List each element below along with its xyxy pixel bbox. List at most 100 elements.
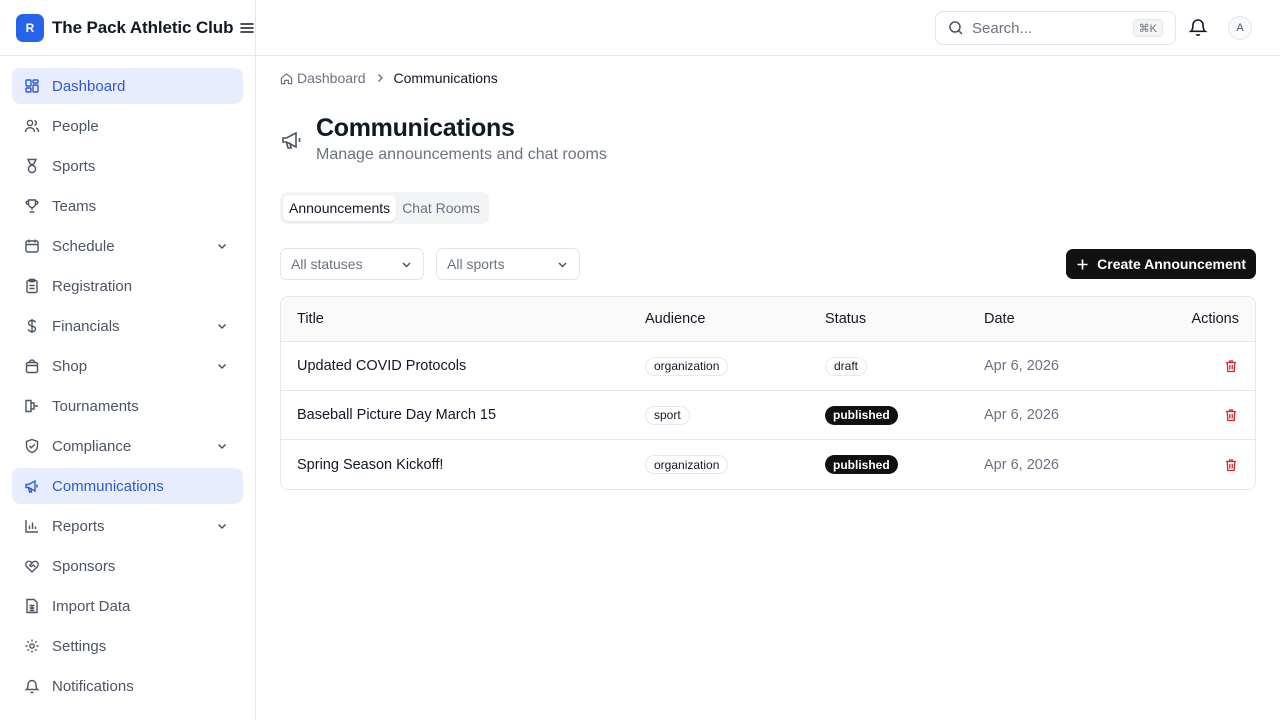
sidebar-item-label: Registration bbox=[52, 277, 133, 295]
dollar-icon bbox=[24, 318, 40, 334]
chevron-down-icon[interactable] bbox=[215, 439, 229, 453]
sidebar-nav: Dashboard People Sports Teams Schedule R… bbox=[12, 68, 243, 708]
delete-icon[interactable] bbox=[1223, 457, 1239, 473]
sidebar-item-tournaments[interactable]: Tournaments bbox=[12, 388, 243, 424]
sidebar-item-label: Reports bbox=[52, 517, 105, 535]
table-row[interactable]: Spring Season Kickoff! organization publ… bbox=[281, 440, 1255, 489]
status-badge: draft bbox=[825, 356, 868, 376]
chevron-down-icon[interactable] bbox=[215, 239, 229, 253]
status-filter-select[interactable]: All statuses bbox=[280, 248, 424, 280]
clipboard-icon bbox=[24, 278, 40, 294]
column-header-actions: Actions bbox=[1191, 311, 1239, 327]
sidebar-item-financials[interactable]: Financials bbox=[12, 308, 243, 344]
status-filter-value: All statuses bbox=[291, 256, 363, 272]
sidebar-item-communications[interactable]: Communications bbox=[12, 468, 243, 504]
sidebar-item-registration[interactable]: Registration bbox=[12, 268, 243, 304]
audience-badge: sport bbox=[645, 405, 690, 425]
plus-icon bbox=[1076, 258, 1097, 271]
breadcrumb-current: Communications bbox=[393, 70, 498, 86]
handshake-icon bbox=[24, 558, 40, 574]
page-header: Communications Manage announcements and … bbox=[280, 114, 607, 164]
chevron-down-icon bbox=[556, 258, 569, 271]
search-box[interactable]: ⌘K bbox=[935, 11, 1176, 45]
sidebar: R The Pack Athletic Club Dashboard Peopl… bbox=[0, 0, 256, 720]
audience-badge: organization bbox=[645, 356, 729, 376]
sidebar-item-label: Schedule bbox=[52, 237, 115, 255]
announcement-title: Baseball Picture Day March 15 bbox=[297, 407, 497, 423]
sidebar-item-teams[interactable]: Teams bbox=[12, 188, 243, 224]
column-header-audience: Audience bbox=[645, 311, 706, 327]
sidebar-item-settings[interactable]: Settings bbox=[12, 628, 243, 664]
sport-filter-select[interactable]: All sports bbox=[436, 248, 580, 280]
tab-chat-rooms[interactable]: Chat Rooms bbox=[396, 195, 486, 221]
notifications-bell-icon[interactable] bbox=[1188, 17, 1208, 37]
brand: R The Pack Athletic Club bbox=[16, 14, 255, 42]
hamburger-menu-icon[interactable] bbox=[240, 21, 255, 35]
user-avatar[interactable]: A bbox=[1228, 16, 1252, 40]
sidebar-item-label: Notifications bbox=[52, 677, 134, 695]
bell-icon bbox=[24, 678, 40, 694]
sidebar-item-label: Teams bbox=[52, 197, 97, 215]
medal-icon bbox=[24, 158, 40, 174]
sidebar-item-notifications[interactable]: Notifications bbox=[12, 668, 243, 704]
delete-icon[interactable] bbox=[1223, 407, 1239, 423]
breadcrumb: Dashboard Communications bbox=[280, 69, 498, 87]
sidebar-item-label: Settings bbox=[52, 637, 107, 655]
calendar-icon bbox=[24, 238, 40, 254]
sidebar-item-import-data[interactable]: Import Data bbox=[12, 588, 243, 624]
create-announcement-label: Create Announcement bbox=[1097, 256, 1246, 272]
announcements-table: Title Audience Status Date Actions Updat… bbox=[280, 296, 1256, 490]
column-header-status: Status bbox=[825, 311, 867, 327]
users-icon bbox=[24, 118, 40, 134]
sidebar-item-compliance[interactable]: Compliance bbox=[12, 428, 243, 464]
announcement-date: Apr 6, 2026 bbox=[984, 358, 1059, 374]
sidebar-item-label: Communications bbox=[52, 477, 164, 495]
sidebar-item-sports[interactable]: Sports bbox=[12, 148, 243, 184]
sidebar-item-label: Sponsors bbox=[52, 557, 116, 575]
tab-announcements[interactable]: Announcements bbox=[283, 195, 397, 221]
chevron-down-icon[interactable] bbox=[215, 359, 229, 373]
create-announcement-button[interactable]: Create Announcement bbox=[1066, 249, 1256, 279]
sidebar-item-label: Import Data bbox=[52, 597, 131, 615]
chevron-down-icon[interactable] bbox=[215, 519, 229, 533]
sidebar-item-label: Sports bbox=[52, 157, 96, 175]
bar-chart-icon bbox=[24, 518, 40, 534]
file-spreadsheet-icon bbox=[24, 598, 40, 614]
sidebar-item-label: Compliance bbox=[52, 437, 132, 455]
status-badge: published bbox=[825, 455, 898, 474]
home-icon bbox=[280, 72, 297, 85]
chevron-down-icon bbox=[400, 258, 413, 271]
delete-icon[interactable] bbox=[1223, 358, 1239, 374]
announcement-date: Apr 6, 2026 bbox=[984, 407, 1059, 423]
sidebar-item-people[interactable]: People bbox=[12, 108, 243, 144]
chevron-right-icon bbox=[374, 72, 386, 84]
gear-icon bbox=[24, 638, 40, 654]
megaphone-icon bbox=[24, 478, 40, 494]
brand-logo[interactable]: R bbox=[16, 14, 44, 42]
sidebar-item-label: People bbox=[52, 117, 99, 135]
chevron-down-icon[interactable] bbox=[215, 319, 229, 333]
column-header-date: Date bbox=[984, 311, 1015, 327]
sidebar-item-reports[interactable]: Reports bbox=[12, 508, 243, 544]
sidebar-item-sponsors[interactable]: Sponsors bbox=[12, 548, 243, 584]
trophy-icon bbox=[24, 198, 40, 214]
sidebar-item-label: Dashboard bbox=[52, 77, 126, 95]
tab-list: Announcements Chat Rooms bbox=[280, 192, 489, 224]
shopping-bag-icon bbox=[24, 358, 40, 374]
sidebar-item-shop[interactable]: Shop bbox=[12, 348, 243, 384]
table-row[interactable]: Updated COVID Protocols organization dra… bbox=[281, 342, 1255, 391]
sidebar-item-label: Shop bbox=[52, 357, 88, 375]
table-header: Title Audience Status Date Actions bbox=[281, 297, 1255, 342]
table-row[interactable]: Baseball Picture Day March 15 sport publ… bbox=[281, 391, 1255, 440]
sidebar-item-dashboard[interactable]: Dashboard bbox=[12, 68, 243, 104]
sidebar-item-label: Tournaments bbox=[52, 397, 139, 415]
audience-badge: organization bbox=[645, 455, 729, 474]
sidebar-item-label: Financials bbox=[52, 317, 120, 335]
sidebar-header-divider bbox=[0, 55, 255, 56]
search-input[interactable] bbox=[972, 19, 1122, 37]
megaphone-icon bbox=[280, 128, 304, 152]
breadcrumb-home[interactable]: Dashboard bbox=[280, 70, 366, 86]
app-name[interactable]: The Pack Athletic Club bbox=[52, 18, 233, 38]
announcement-title: Updated COVID Protocols bbox=[297, 358, 467, 374]
sidebar-item-schedule[interactable]: Schedule bbox=[12, 228, 243, 264]
